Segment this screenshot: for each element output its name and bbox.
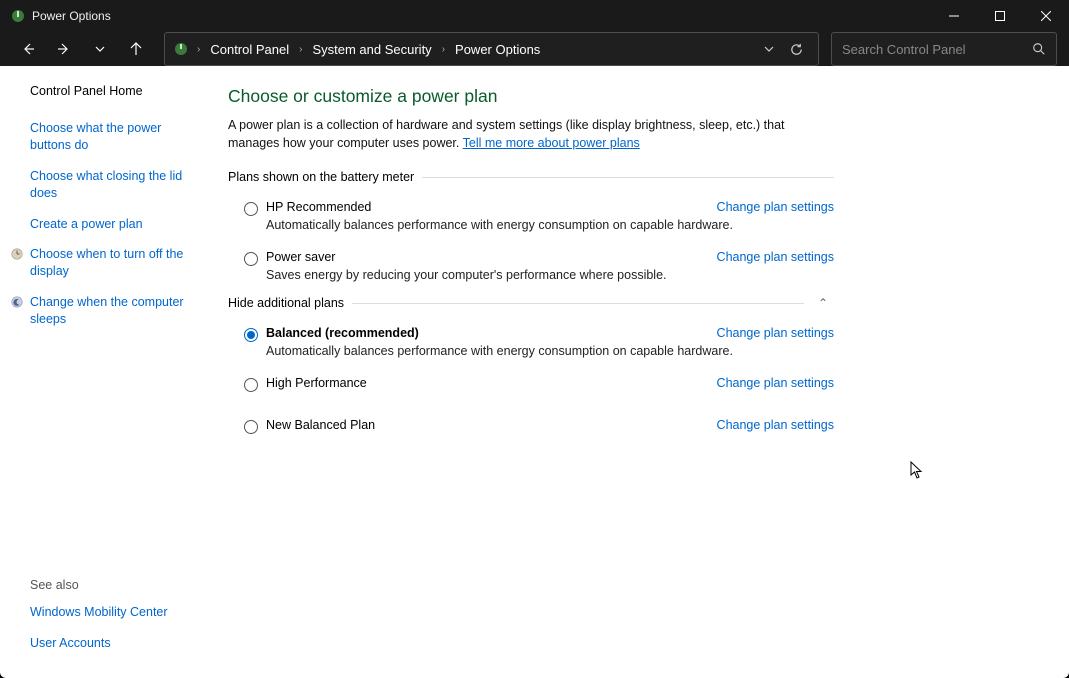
radio-balanced[interactable] — [244, 328, 258, 342]
forward-button[interactable] — [48, 33, 80, 65]
search-placeholder: Search Control Panel — [842, 42, 1032, 57]
refresh-icon[interactable] — [789, 42, 804, 57]
recent-dropdown[interactable] — [84, 33, 116, 65]
sleep-icon — [10, 295, 24, 309]
close-button[interactable] — [1023, 0, 1069, 32]
radio-hp-recommended[interactable] — [244, 202, 258, 216]
plan-option: Power saver Change plan settings Saves e… — [228, 246, 834, 296]
plan-name[interactable]: Power saver — [266, 250, 707, 264]
change-plan-settings-link[interactable]: Change plan settings — [717, 326, 834, 340]
section-additional-plans[interactable]: Hide additional plans ⌃ — [228, 296, 834, 310]
breadcrumb-item[interactable]: Control Panel — [208, 40, 291, 59]
minimize-button[interactable] — [931, 0, 977, 32]
plan-description: Automatically balances performance with … — [266, 344, 834, 358]
sidebar-link[interactable]: Change when the computer sleeps — [30, 294, 198, 328]
main-panel: ? Choose or customize a power plan A pow… — [210, 66, 1069, 678]
page-heading: Choose or customize a power plan — [228, 86, 834, 107]
search-icon — [1032, 42, 1046, 56]
maximize-button[interactable] — [977, 0, 1023, 32]
chevron-up-icon[interactable]: ⌃ — [812, 296, 834, 310]
sidebar-link[interactable]: Windows Mobility Center — [30, 604, 198, 621]
learn-more-link[interactable]: Tell me more about power plans — [463, 136, 640, 150]
sidebar: Control Panel Home Choose what the power… — [0, 66, 210, 678]
chevron-right-icon: › — [438, 44, 449, 55]
change-plan-settings-link[interactable]: Change plan settings — [717, 200, 834, 214]
radio-power-saver[interactable] — [244, 252, 258, 266]
radio-new-balanced[interactable] — [244, 420, 258, 434]
sidebar-link[interactable]: Create a power plan — [30, 216, 198, 233]
radio-high-performance[interactable] — [244, 378, 258, 392]
section-battery-plans: Plans shown on the battery meter — [228, 170, 834, 184]
plan-option: High Performance Change plan settings — [228, 372, 834, 414]
plan-option: New Balanced Plan Change plan settings — [228, 414, 834, 448]
sidebar-link[interactable]: User Accounts — [30, 635, 198, 652]
plan-option: HP Recommended Change plan settings Auto… — [228, 196, 834, 246]
plan-name[interactable]: Balanced (recommended) — [266, 326, 707, 340]
change-plan-settings-link[interactable]: Change plan settings — [717, 376, 834, 390]
chevron-right-icon: › — [295, 44, 306, 55]
control-panel-home-link[interactable]: Control Panel Home — [30, 84, 198, 98]
search-input[interactable]: Search Control Panel — [831, 32, 1057, 66]
display-off-icon — [10, 247, 24, 261]
page-description: A power plan is a collection of hardware… — [228, 117, 834, 152]
back-button[interactable] — [12, 33, 44, 65]
plan-description: Automatically balances performance with … — [266, 218, 834, 232]
navbar: › Control Panel › System and Security › … — [0, 32, 1069, 66]
change-plan-settings-link[interactable]: Change plan settings — [717, 418, 834, 432]
chevron-down-icon[interactable] — [763, 43, 775, 55]
sidebar-link[interactable]: Choose when to turn off the display — [30, 246, 198, 280]
up-button[interactable] — [120, 33, 152, 65]
plan-name[interactable]: High Performance — [266, 376, 707, 390]
chevron-right-icon: › — [193, 44, 204, 55]
plan-description: Saves energy by reducing your computer's… — [266, 268, 834, 282]
plan-name[interactable]: HP Recommended — [266, 200, 707, 214]
window-title: Power Options — [32, 9, 931, 23]
breadcrumb-item[interactable]: System and Security — [310, 40, 433, 59]
sidebar-link[interactable]: Choose what the power buttons do — [30, 120, 198, 154]
app-icon — [10, 8, 26, 24]
breadcrumb-item[interactable]: Power Options — [453, 40, 542, 59]
plan-option: Balanced (recommended) Change plan setti… — [228, 322, 834, 372]
titlebar: Power Options — [0, 0, 1069, 32]
address-bar[interactable]: › Control Panel › System and Security › … — [164, 32, 819, 66]
location-icon — [173, 41, 189, 57]
sidebar-link[interactable]: Choose what closing the lid does — [30, 168, 198, 202]
change-plan-settings-link[interactable]: Change plan settings — [717, 250, 834, 264]
plan-name[interactable]: New Balanced Plan — [266, 418, 707, 432]
